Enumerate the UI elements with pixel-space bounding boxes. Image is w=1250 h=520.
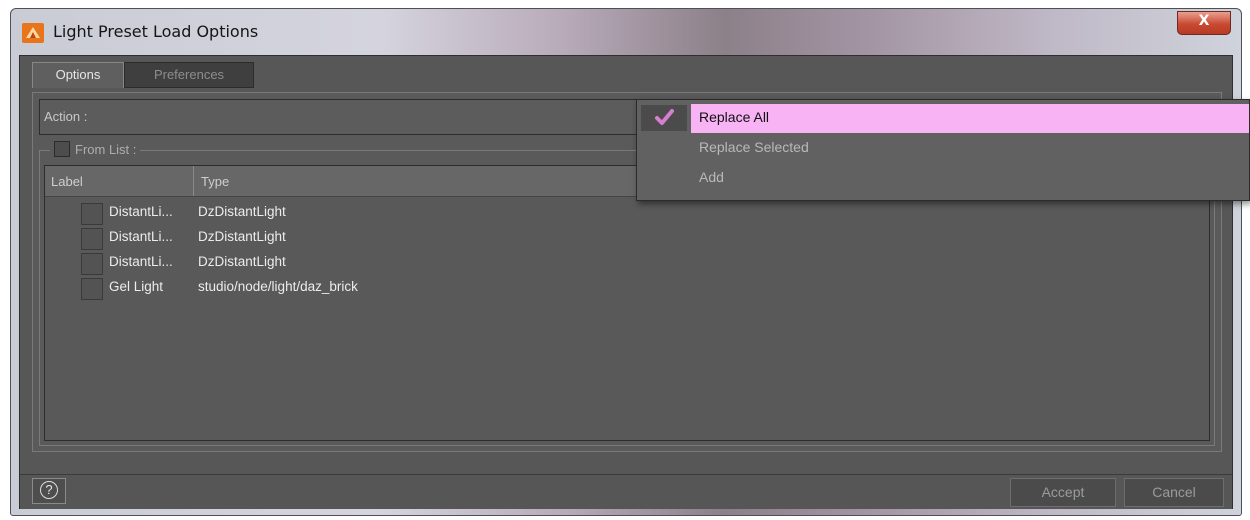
row-label: DistantLi... bbox=[109, 204, 173, 219]
row-checkbox[interactable] bbox=[81, 278, 103, 300]
menu-item-replace-selected[interactable]: Replace Selected bbox=[637, 133, 1249, 163]
help-icon: ? bbox=[40, 481, 58, 499]
row-checkbox[interactable] bbox=[81, 228, 103, 250]
selection-highlight bbox=[691, 104, 1249, 133]
tab-options[interactable]: Options bbox=[32, 62, 124, 88]
column-header-label[interactable]: Label bbox=[45, 166, 194, 196]
lights-table: Label Type DistantLi... DzDistantLight D… bbox=[44, 165, 1210, 441]
table-row[interactable]: DistantLi... DzDistantLight bbox=[45, 200, 1045, 225]
menu-item-label: Replace All bbox=[699, 109, 770, 125]
action-label: Action : bbox=[44, 109, 88, 124]
row-type: DzDistantLight bbox=[198, 204, 286, 219]
close-icon: X bbox=[1198, 13, 1210, 29]
menu-item-add[interactable]: Add bbox=[637, 163, 1249, 193]
menu-item-label: Add bbox=[699, 169, 724, 185]
row-type: DzDistantLight bbox=[198, 229, 286, 244]
title-bar[interactable]: Light Preset Load Options X bbox=[11, 9, 1241, 55]
row-type: DzDistantLight bbox=[198, 254, 286, 269]
checkmark-icon bbox=[655, 109, 674, 125]
menu-item-replace-all[interactable]: Replace All bbox=[637, 103, 1249, 133]
column-header-type[interactable]: Type bbox=[195, 166, 635, 196]
from-list-label: From List : bbox=[75, 141, 137, 157]
row-label: Gel Light bbox=[109, 279, 164, 294]
light-preset-load-options-dialog: Light Preset Load Options X Options Pref… bbox=[10, 8, 1242, 516]
cancel-button[interactable]: Cancel bbox=[1124, 478, 1224, 507]
table-row[interactable]: DistantLi... DzDistantLight bbox=[45, 250, 1045, 275]
daz-app-icon bbox=[22, 23, 44, 43]
accept-button[interactable]: Accept bbox=[1010, 478, 1116, 507]
from-list-header: From List : bbox=[50, 141, 141, 157]
window-title: Light Preset Load Options bbox=[53, 22, 259, 41]
row-checkbox[interactable] bbox=[81, 203, 103, 225]
table-row[interactable]: DistantLi... DzDistantLight bbox=[45, 225, 1045, 250]
help-button[interactable]: ? bbox=[32, 478, 66, 504]
table-row[interactable]: Gel Light studio/node/light/daz_brick bbox=[45, 275, 1045, 300]
row-label: DistantLi... bbox=[109, 229, 173, 244]
row-label: DistantLi... bbox=[109, 254, 173, 269]
from-list-checkbox[interactable] bbox=[54, 141, 70, 157]
close-button[interactable]: X bbox=[1177, 11, 1231, 35]
menu-check-area bbox=[641, 105, 687, 131]
row-type: studio/node/light/daz_brick bbox=[198, 279, 358, 294]
action-dropdown-menu: Replace All Replace Selected Add bbox=[636, 99, 1250, 201]
tab-bar: Options Preferences bbox=[20, 56, 1232, 90]
tab-preferences[interactable]: Preferences bbox=[124, 62, 254, 88]
dialog-footer: ? Accept Cancel bbox=[20, 474, 1232, 509]
menu-item-label: Replace Selected bbox=[699, 139, 809, 155]
row-checkbox[interactable] bbox=[81, 253, 103, 275]
